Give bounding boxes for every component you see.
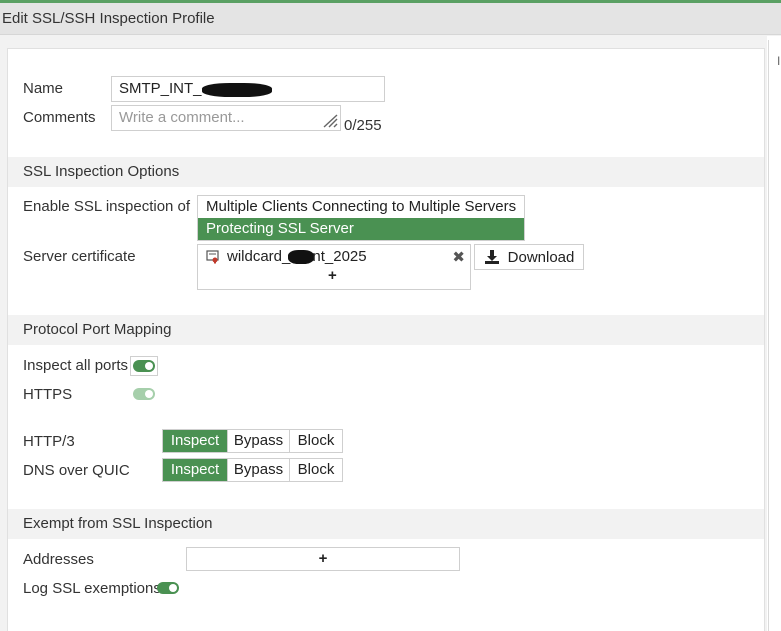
log-ssl-exemptions-toggle[interactable] [157, 582, 179, 594]
name-input[interactable]: SMTP_INT_ [111, 76, 385, 102]
name-value: SMTP_INT_ [119, 80, 202, 97]
download-label: Download [507, 248, 575, 266]
log-ssl-exemptions-label: Log SSL exemptions [23, 580, 161, 597]
certificate-name-prefix: wildcard_ [227, 248, 291, 265]
server-certificate-label: Server certificate [23, 248, 136, 265]
ssl-inspection-mode-list: Multiple Clients Connecting to Multiple … [197, 195, 525, 241]
dns-quic-inspect-option[interactable]: Inspect [163, 459, 228, 481]
http3-bypass-option[interactable]: Bypass [228, 430, 290, 452]
dns-over-quic-label: DNS over QUIC [23, 462, 130, 479]
redaction-mark [288, 249, 315, 264]
addresses-label: Addresses [23, 551, 94, 568]
section-exempt-from-ssl: Exempt from SSL Inspection [8, 509, 764, 539]
close-icon[interactable]: ✖ [452, 248, 465, 266]
http3-inspect-option[interactable]: Inspect [163, 430, 228, 452]
dns-quic-block-option[interactable]: Block [290, 459, 342, 481]
gutter-glyph: I [777, 54, 781, 68]
right-side-panel [767, 36, 781, 631]
certificate-name-suffix: nt_2025 [312, 248, 367, 265]
section-protocol-port-mapping: Protocol Port Mapping [8, 315, 764, 345]
add-certificate-button[interactable]: + [328, 267, 337, 284]
option-multiple-clients[interactable]: Multiple Clients Connecting to Multiple … [198, 196, 524, 218]
comment-char-counter: 0/255 [344, 117, 382, 134]
comments-label: Comments [23, 109, 96, 126]
http3-label: HTTP/3 [23, 433, 75, 450]
enable-ssl-label: Enable SSL inspection of [23, 198, 191, 215]
name-label: Name [23, 80, 64, 97]
http3-action-selector: Inspect Bypass Block [162, 429, 343, 453]
section-ssl-inspection-options: SSL Inspection Options [8, 157, 764, 187]
https-label: HTTPS [23, 386, 73, 403]
panel-divider [768, 40, 769, 631]
resize-handle-icon[interactable] [322, 114, 338, 128]
addresses-field[interactable]: + [186, 547, 460, 571]
redaction-mark [202, 83, 272, 97]
comments-textarea[interactable]: Write a comment... [111, 105, 341, 131]
http3-block-option[interactable]: Block [290, 430, 342, 452]
download-icon [484, 250, 499, 264]
certificate-entry: wildcard_ nt_2025 [206, 248, 367, 265]
option-protecting-ssl-server[interactable]: Protecting SSL Server [198, 218, 524, 240]
download-button[interactable]: Download [474, 244, 584, 270]
server-certificate-field[interactable]: wildcard_ nt_2025 ✖ + [197, 244, 471, 290]
inspect-all-ports-label: Inspect all ports [23, 357, 129, 374]
dns-quic-bypass-option[interactable]: Bypass [228, 459, 290, 481]
certificate-icon [206, 249, 219, 264]
https-toggle[interactable] [133, 388, 155, 400]
dns-over-quic-action-selector: Inspect Bypass Block [162, 458, 343, 482]
comments-placeholder: Write a comment... [119, 109, 245, 126]
page-title: Edit SSL/SSH Inspection Profile [0, 3, 781, 35]
inspect-all-ports-toggle[interactable] [133, 360, 155, 372]
